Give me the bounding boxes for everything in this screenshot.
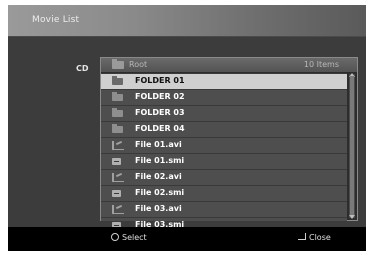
- subtitle-file-icon: [112, 190, 121, 197]
- window-title: Movie List: [32, 15, 80, 25]
- main-panel: CD Root 10 Items FOLDER 01 FOLDER 02 FOL…: [8, 37, 366, 229]
- list-item-file-01-avi[interactable]: File 01.avi: [101, 137, 347, 153]
- return-icon: [298, 233, 306, 240]
- scroll-thumb[interactable]: [350, 76, 354, 216]
- list-item-label: File 01.avi: [135, 140, 182, 149]
- folder-icon: [112, 59, 124, 69]
- list-item-label: FOLDER 01: [135, 76, 185, 85]
- list-item-folder-04[interactable]: FOLDER 04: [101, 121, 347, 137]
- movie-list-screen: Movie List CD Root 10 Items FOLDER 01 FO…: [8, 5, 366, 251]
- list-item-label: FOLDER 02: [135, 92, 185, 101]
- close-hint: Close: [298, 233, 331, 242]
- list-item-file-02-smi[interactable]: File 02.smi: [101, 185, 347, 201]
- list-item-folder-02[interactable]: FOLDER 02: [101, 89, 347, 105]
- select-hint: Select: [111, 233, 147, 242]
- footer-hints: Select Close: [8, 227, 366, 251]
- list-item-label: File 02.smi: [135, 188, 185, 197]
- select-label: Select: [122, 233, 147, 242]
- list-item-label: File 01.smi: [135, 156, 185, 165]
- video-file-icon: [112, 141, 124, 150]
- list-item-label: FOLDER 03: [135, 108, 185, 117]
- subtitle-file-icon: [112, 158, 121, 165]
- device-label[interactable]: CD: [76, 64, 89, 73]
- list-item-folder-01[interactable]: FOLDER 01: [101, 73, 347, 89]
- title-bar: Movie List: [8, 5, 366, 37]
- folder-icon: [112, 124, 123, 133]
- root-label: Root: [129, 60, 148, 69]
- list-scrollbar[interactable]: [349, 73, 355, 219]
- close-label: Close: [309, 233, 331, 242]
- list-header: Root 10 Items: [101, 58, 357, 72]
- video-file-icon: [112, 205, 124, 214]
- list-item-label: File 03.avi: [135, 204, 182, 213]
- list-item-folder-03[interactable]: FOLDER 03: [101, 105, 347, 121]
- item-count: 10 Items: [303, 60, 339, 69]
- list-item-file-02-avi[interactable]: File 02.avi: [101, 169, 347, 185]
- file-list: Root 10 Items FOLDER 01 FOLDER 02 FOLDER…: [100, 57, 358, 229]
- folder-icon: [112, 108, 123, 117]
- list-item-file-03-smi[interactable]: File 03.smi: [101, 217, 347, 229]
- scroll-down-arrow-icon[interactable]: [349, 215, 355, 219]
- list-item-file-01-smi[interactable]: File 01.smi: [101, 153, 347, 169]
- list-item-label: File 02.avi: [135, 172, 182, 181]
- video-file-icon: [112, 173, 124, 182]
- folder-icon: [112, 76, 123, 85]
- folder-icon: [112, 92, 123, 101]
- list-item-label: FOLDER 04: [135, 124, 185, 133]
- enter-button-icon: [111, 233, 119, 241]
- list-item-file-03-avi[interactable]: File 03.avi: [101, 201, 347, 217]
